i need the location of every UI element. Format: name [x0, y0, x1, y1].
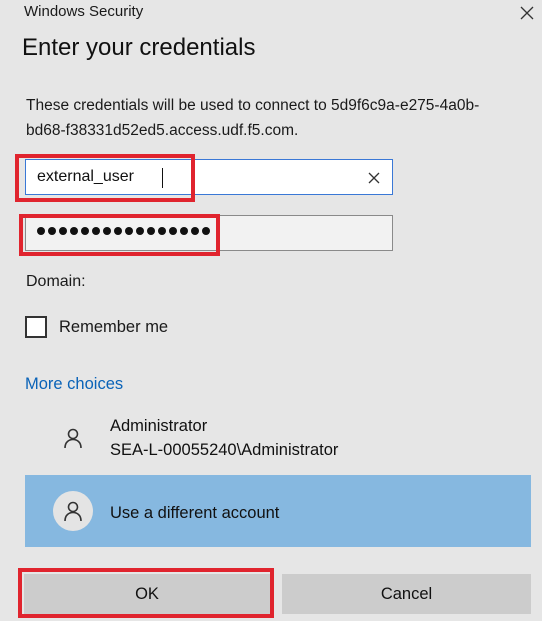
account-name: Administrator — [110, 417, 208, 435]
avatar — [53, 491, 93, 531]
user-icon — [64, 501, 82, 522]
clear-icon — [368, 172, 380, 184]
dialog-description: These credentials will be used to connec… — [26, 97, 480, 139]
cancel-button[interactable]: Cancel — [282, 574, 531, 614]
account-detail: SEA-L-00055240\Administrator — [110, 441, 339, 459]
account-option-different[interactable]: Use a different account — [25, 475, 531, 547]
account-option-administrator[interactable]: Administrator SEA-L-00055240\Administrat… — [25, 410, 531, 466]
user-icon — [64, 428, 82, 449]
window-title: Windows Security — [24, 3, 144, 20]
remember-me-checkbox[interactable] — [25, 316, 47, 338]
close-icon — [520, 6, 534, 20]
dialog-heading: Enter your credentials — [22, 34, 256, 61]
domain-label: Domain: — [26, 273, 86, 290]
remember-me-label: Remember me — [59, 317, 169, 336]
ok-highlight — [18, 568, 274, 618]
more-choices-link[interactable]: More choices — [25, 375, 123, 394]
account-name: Use a different account — [110, 504, 280, 522]
remember-me[interactable]: Remember me — [25, 316, 168, 338]
clear-username-button[interactable] — [362, 166, 386, 190]
close-button[interactable] — [512, 0, 542, 26]
avatar — [53, 418, 93, 458]
username-highlight — [15, 154, 195, 202]
password-highlight — [19, 214, 220, 256]
title-bar: Windows Security — [0, 0, 542, 26]
